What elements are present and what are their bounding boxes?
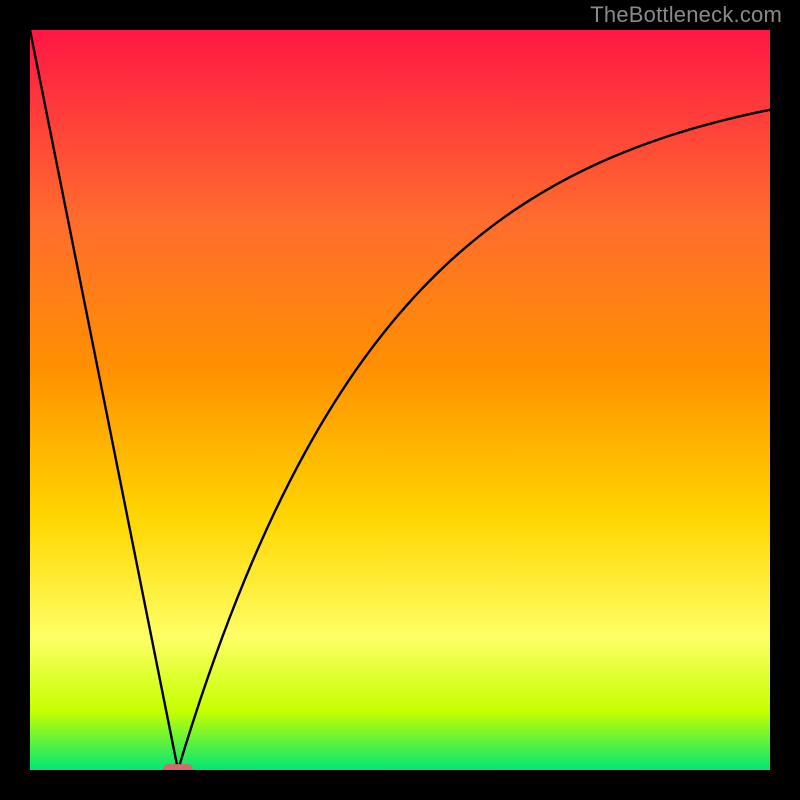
chart-frame: TheBottleneck.com <box>0 0 800 800</box>
optimal-marker <box>163 764 193 770</box>
chart-svg <box>30 30 770 770</box>
gradient-background <box>30 30 770 770</box>
attribution-text: TheBottleneck.com <box>590 2 782 28</box>
plot-area <box>30 30 770 770</box>
